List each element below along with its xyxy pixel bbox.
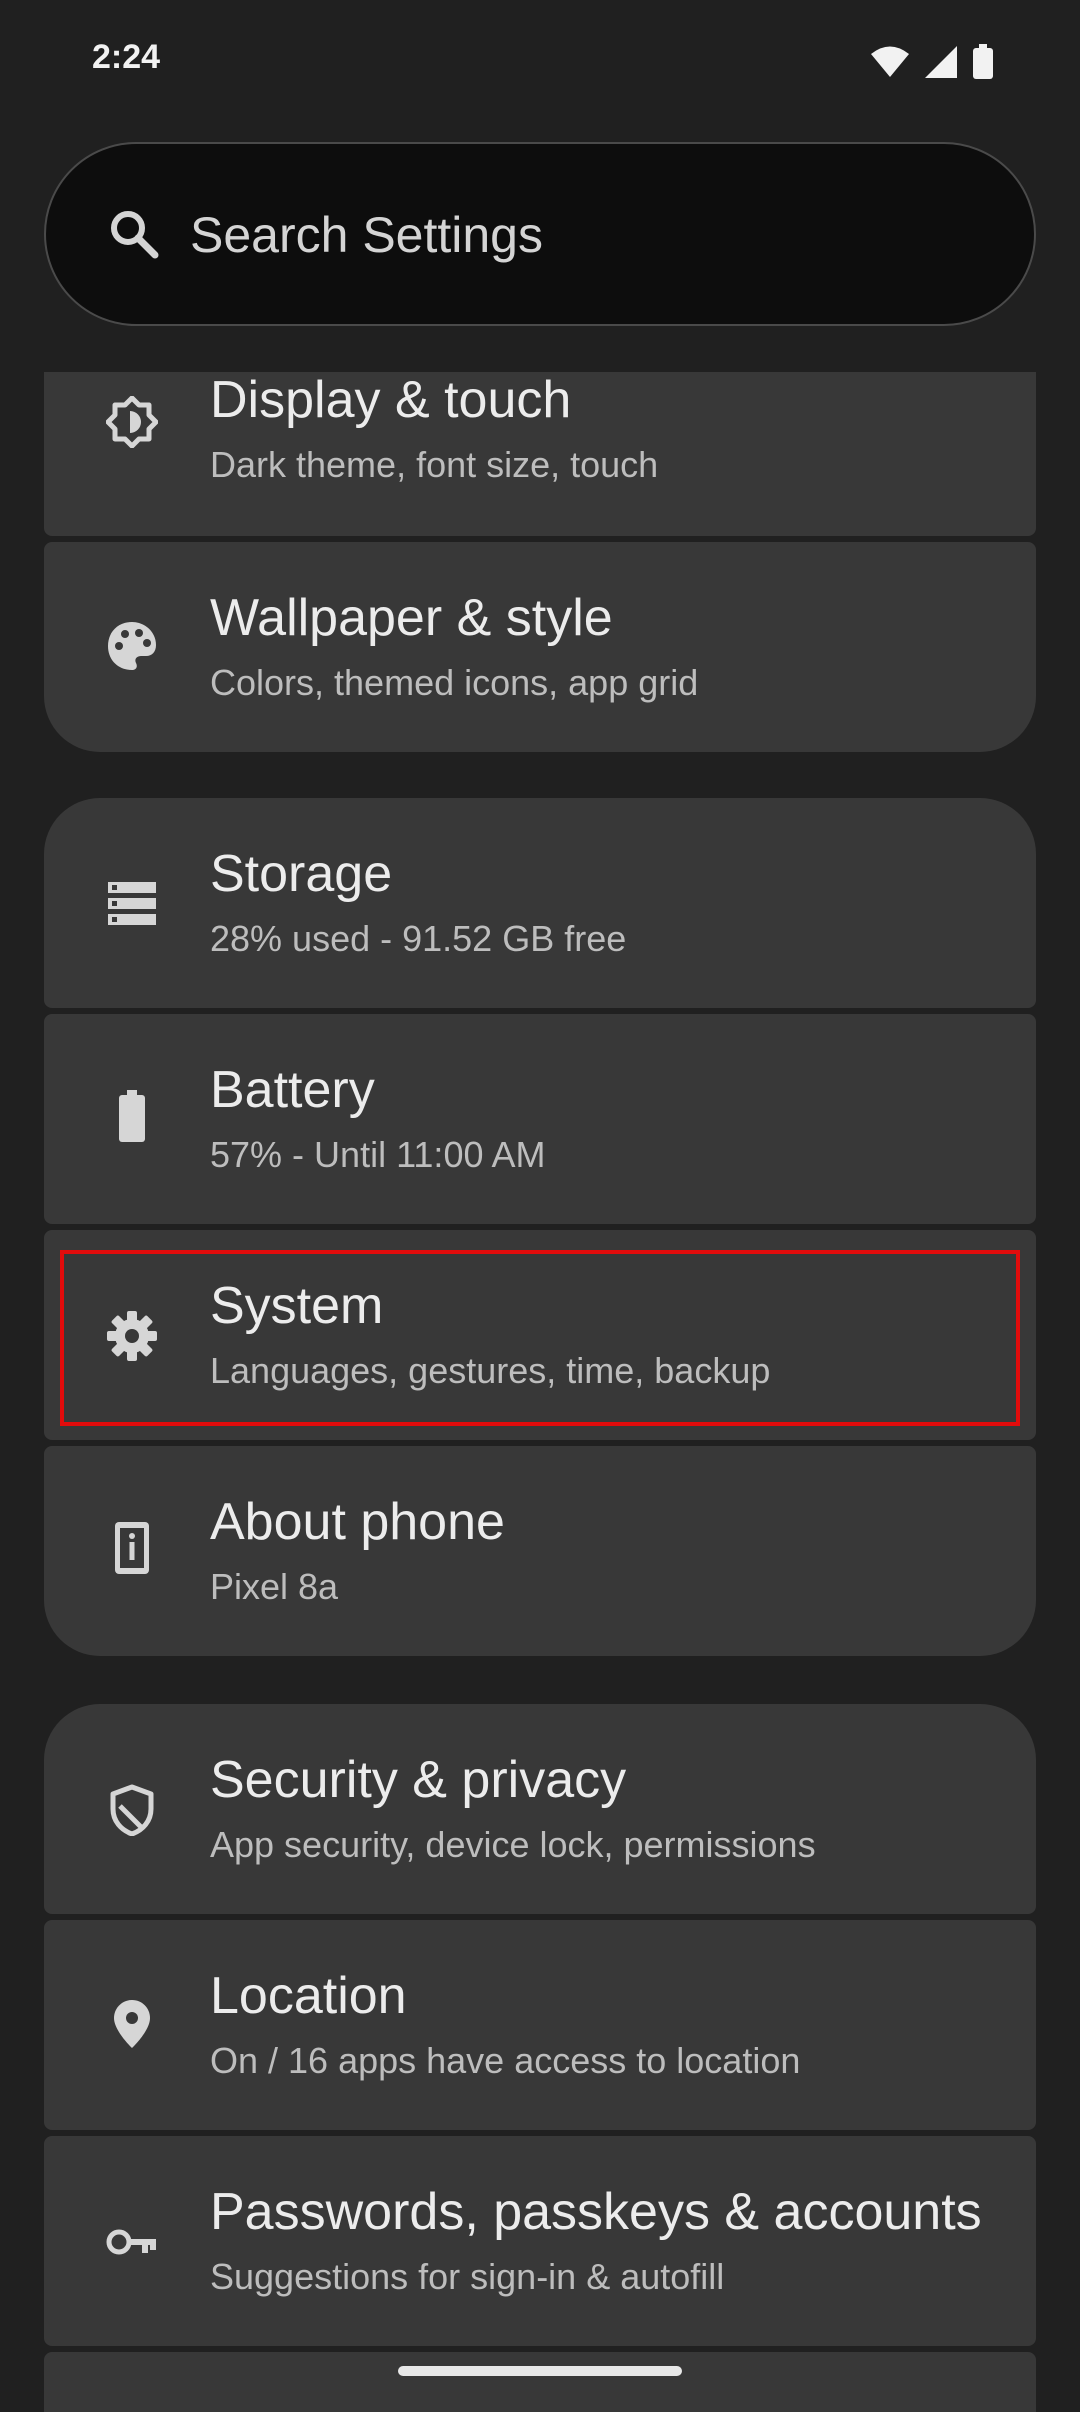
item-title: Security & privacy (210, 1751, 627, 1809)
settings-item-storage[interactable]: Storage 28% used - 91.52 GB free (44, 798, 1036, 1008)
item-title: Passwords, passkeys & accounts (210, 2183, 982, 2241)
home-indicator[interactable] (398, 2366, 682, 2376)
item-title: Wallpaper & style (210, 589, 613, 647)
settings-list: Display & touch Dark theme, font size, t… (0, 0, 1080, 2412)
item-title: Display & touch (210, 371, 572, 429)
item-title: About phone (210, 1493, 505, 1551)
key-icon (106, 2229, 156, 2255)
location-pin-icon (114, 2000, 150, 2048)
palette-icon (108, 622, 156, 670)
settings-item-security[interactable]: Security & privacy App security, device … (44, 1704, 1036, 1914)
item-subtitle: Colors, themed icons, app grid (210, 662, 699, 703)
item-subtitle: Suggestions for sign-in & autofill (210, 2256, 725, 2297)
item-title: Location (210, 1967, 407, 2025)
item-subtitle: App security, device lock, permissions (210, 1824, 816, 1865)
battery-icon (119, 1090, 145, 1142)
item-title: Battery (210, 1061, 375, 1119)
item-title: Storage (210, 845, 393, 903)
item-subtitle: On / 16 apps have access to location (210, 2040, 801, 2081)
settings-item-battery[interactable]: Battery 57% - Until 11:00 AM (44, 1014, 1036, 1224)
display-icon (106, 396, 158, 448)
highlight-box (60, 1250, 1020, 1426)
item-subtitle: Dark theme, font size, touch (210, 444, 659, 485)
storage-icon (108, 882, 156, 925)
phone-info-icon (115, 1522, 149, 1574)
item-subtitle: 28% used - 91.52 GB free (210, 918, 627, 959)
settings-item-partial[interactable] (44, 2352, 1036, 2412)
shield-icon (110, 1784, 154, 1836)
settings-item-about-phone[interactable]: About phone Pixel 8a (44, 1446, 1036, 1656)
item-subtitle: 57% - Until 11:00 AM (210, 1134, 546, 1175)
settings-item-display[interactable]: Display & touch Dark theme, font size, t… (44, 371, 1036, 536)
settings-item-wallpaper[interactable]: Wallpaper & style Colors, themed icons, … (44, 542, 1036, 752)
settings-item-location[interactable]: Location On / 16 apps have access to loc… (44, 1920, 1036, 2130)
settings-item-passwords[interactable]: Passwords, passkeys & accounts Suggestio… (44, 2136, 1036, 2346)
item-subtitle: Pixel 8a (210, 1566, 339, 1607)
